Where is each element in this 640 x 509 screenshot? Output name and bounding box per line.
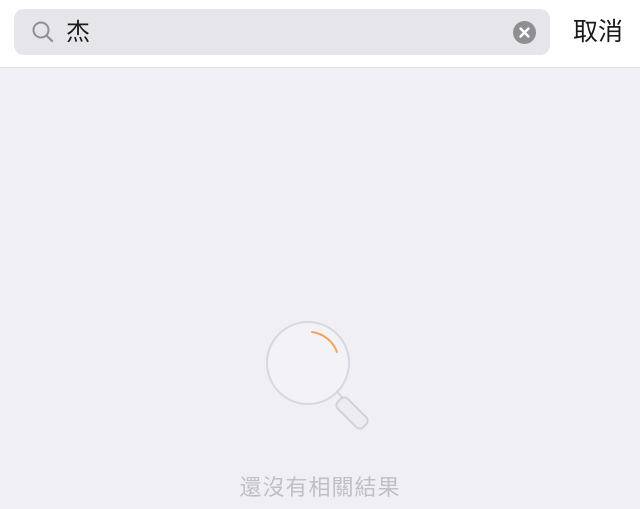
search-icon <box>32 21 54 43</box>
clear-search-button[interactable] <box>513 21 536 44</box>
clear-icon <box>519 27 530 38</box>
search-input[interactable] <box>66 9 506 55</box>
cancel-button[interactable]: 取消 <box>566 10 630 54</box>
empty-state-message: 還沒有相關結果 <box>239 476 401 501</box>
magnifier-icon <box>266 321 369 430</box>
search-field[interactable] <box>14 9 550 55</box>
search-bar: 取消 <box>0 0 640 68</box>
